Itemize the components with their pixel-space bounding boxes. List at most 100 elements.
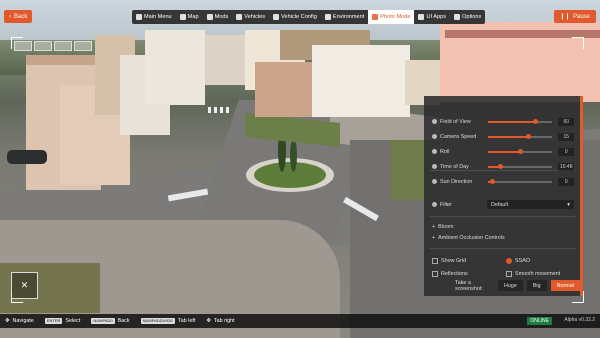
- online-status-badge: ONLINE: [527, 317, 552, 325]
- pause-icon: ❙❙: [559, 14, 570, 20]
- menu-item-vehicles[interactable]: Vehicles: [232, 10, 269, 24]
- main-menu-bar: Main Menu Map Mods Vehicles Vehicle Config En…: [132, 10, 486, 24]
- chevron-down-icon: ▾: [567, 201, 570, 208]
- menu-item-label: Environment: [332, 14, 365, 20]
- filter-label: Filter: [440, 201, 452, 208]
- menu-item-options[interactable]: Options: [450, 10, 485, 24]
- slider-track[interactable]: [488, 163, 553, 169]
- menu-item-label: Options: [462, 14, 482, 20]
- back-button[interactable]: ‹ Back: [4, 10, 33, 23]
- hint-label: Tab right: [213, 318, 235, 324]
- filter-row: Filter Default ▾: [432, 200, 574, 209]
- slider-icon: [432, 179, 437, 184]
- plus-icon: +: [432, 235, 436, 241]
- key-badge: ENTER: [44, 318, 63, 324]
- slider-row-time-of-day: Time of Day 16:48: [432, 162, 574, 171]
- filter-icon: [432, 202, 437, 207]
- slider-handle[interactable]: [518, 148, 524, 154]
- ssao-checkbox[interactable]: SSAO: [506, 258, 530, 264]
- car-icon: [236, 14, 243, 20]
- size-normal-button[interactable]: Normal: [550, 280, 580, 291]
- back-label: Back: [14, 13, 28, 20]
- camera-thumbnail[interactable]: [14, 41, 32, 51]
- slider-fill: [488, 150, 521, 153]
- menu-item-photo-mode[interactable]: Photo Mode: [368, 10, 415, 24]
- slider-track[interactable]: [488, 118, 553, 124]
- photo-settings-panel: Filter Default ▾ + Bloom + Ambient Occlu…: [424, 96, 583, 296]
- slider-track[interactable]: [488, 178, 553, 184]
- close-photo-mode-button[interactable]: ✕: [11, 272, 38, 299]
- hint-select: ENTER Select: [44, 318, 81, 324]
- checkbox-box: [432, 258, 438, 264]
- slider-label: Roll: [440, 148, 450, 155]
- slider-value[interactable]: 0: [558, 147, 574, 156]
- slider-track[interactable]: [488, 148, 553, 154]
- key-badge: NUMPADDIVIDE: [140, 318, 175, 324]
- expander-label: Ambient Occlusion Controls: [438, 235, 505, 241]
- camera-thumbnail[interactable]: [74, 41, 92, 51]
- slider-value[interactable]: 0: [558, 177, 574, 186]
- slider-label: Camera Speed: [440, 133, 477, 140]
- reflections-checkbox[interactable]: Reflections: [432, 271, 468, 277]
- screenshot-label: Take a screenshot:: [455, 279, 483, 292]
- slider-icon: [432, 134, 437, 139]
- slider-handle[interactable]: [498, 163, 503, 169]
- hint-label: Navigate: [12, 318, 34, 324]
- camera-thumbnail[interactable]: [34, 41, 52, 51]
- camera-icon: [372, 14, 379, 20]
- hint-tab-left: NUMPADDIVIDE Tab left: [140, 318, 195, 324]
- apps-icon: [418, 14, 425, 20]
- cloud-icon: [324, 14, 331, 20]
- checkbox-box: [506, 271, 512, 277]
- slider-row-roll: Roll 0: [432, 147, 574, 156]
- slider-track[interactable]: [488, 133, 553, 139]
- menu-item-label: Vehicles: [244, 14, 266, 20]
- menu-item-vehicle-config[interactable]: Vehicle Config: [269, 10, 321, 24]
- hint-label: Back: [117, 318, 130, 324]
- menu-item-main-menu[interactable]: Main Menu: [132, 10, 176, 24]
- size-big-button[interactable]: Big: [526, 280, 547, 291]
- slider-row-field-of-view: Field of View 60: [432, 117, 574, 126]
- size-huge-button[interactable]: Huge: [497, 280, 523, 291]
- gamepad-icon: ✥: [5, 318, 10, 324]
- expander-ambient-occlusion[interactable]: + Ambient Occlusion Controls: [432, 235, 505, 241]
- menu-item-environment[interactable]: Environment: [321, 10, 368, 24]
- slider-value[interactable]: 15: [558, 132, 574, 141]
- filter-value: Default: [491, 201, 509, 208]
- slider-value[interactable]: 60: [558, 117, 574, 126]
- menu-item-label: UI Apps: [426, 14, 447, 20]
- checkbox-label: SSAO: [515, 258, 530, 264]
- menu-item-ui-apps[interactable]: UI Apps: [414, 10, 450, 24]
- menu-item-mods[interactable]: Mods: [203, 10, 233, 24]
- menu-item-label: Vehicle Config: [281, 14, 317, 20]
- plus-icon: +: [432, 224, 436, 230]
- show-grid-checkbox[interactable]: Show Grid: [432, 258, 466, 264]
- checkbox-box: [506, 258, 512, 264]
- checkbox-box: [432, 271, 438, 277]
- camera-thumbnail[interactable]: [54, 41, 72, 51]
- chevron-left-icon: ‹: [9, 13, 11, 20]
- menu-item-label: Main Menu: [144, 14, 172, 20]
- slider-fill: [488, 135, 529, 138]
- version-label: Alpha v0.32.2: [564, 317, 595, 323]
- pause-button[interactable]: ❙❙ Pause: [553, 10, 596, 23]
- expander-label: Bloom: [438, 224, 454, 230]
- expander-bloom[interactable]: + Bloom: [432, 224, 453, 230]
- key-badge: NUMPAD0: [91, 318, 115, 324]
- frame-corner: [572, 37, 584, 49]
- slider-handle[interactable]: [526, 133, 532, 139]
- slider-handle[interactable]: [532, 118, 538, 124]
- slider-icon: [432, 164, 437, 169]
- slider-handle[interactable]: [489, 178, 495, 184]
- slider-row-sun-direction: Sun Direction 0: [432, 177, 574, 186]
- filter-select[interactable]: Default ▾: [487, 200, 574, 209]
- menu-item-map[interactable]: Map: [176, 10, 203, 24]
- pause-label: Pause: [572, 13, 590, 20]
- slider-value[interactable]: 16:48: [558, 162, 574, 171]
- divider: [430, 216, 576, 217]
- divider: [430, 248, 576, 249]
- smooth-movement-checkbox[interactable]: Smooth movement: [506, 271, 560, 277]
- hint-label: Select: [65, 318, 81, 324]
- checkbox-label: Reflections: [441, 271, 468, 277]
- slider-icon: [432, 149, 437, 154]
